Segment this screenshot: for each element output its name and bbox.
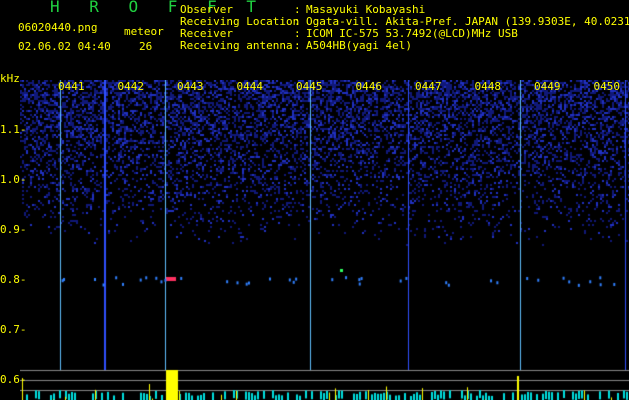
spectrogram — [20, 80, 629, 400]
y-tick-label: 0.7- — [0, 323, 27, 336]
time-tick-label: 0446 — [355, 80, 383, 93]
y-tick-label: 0.8- — [0, 273, 27, 286]
time-tick-label: 0445 — [296, 80, 323, 93]
info-value: A504HB(yagi 4el) — [306, 39, 412, 52]
time-tick-label: 0449 — [534, 80, 561, 93]
y-tick-label: 1.1- — [0, 123, 27, 136]
time-tick-label: 0450 — [593, 80, 621, 93]
meteor-count: 26 — [139, 40, 153, 53]
info-separator: : — [294, 39, 301, 52]
file-name: 06020440.png — [18, 21, 98, 34]
time-tick-label: 0444 — [236, 80, 264, 93]
time-tick-label: 0442 — [117, 80, 145, 93]
y-tick-label: 1.0- — [0, 173, 27, 186]
y-tick-label: 0.6- — [0, 373, 27, 386]
time-tick-label: 0441 — [58, 80, 85, 93]
app-title: H R O F F T — [50, 0, 266, 16]
time-tick-label: 0447 — [415, 80, 442, 93]
y-tick-label: 0.9- — [0, 223, 27, 236]
time-tick-label: 0443 — [177, 80, 204, 93]
datetime: 02.06.02 04:40 — [18, 40, 111, 53]
y-unit: kHz — [0, 72, 20, 85]
meteor-label: meteor — [124, 25, 164, 38]
time-tick-label: 0448 — [474, 80, 502, 93]
info-label: Receiving antenna — [180, 39, 293, 52]
